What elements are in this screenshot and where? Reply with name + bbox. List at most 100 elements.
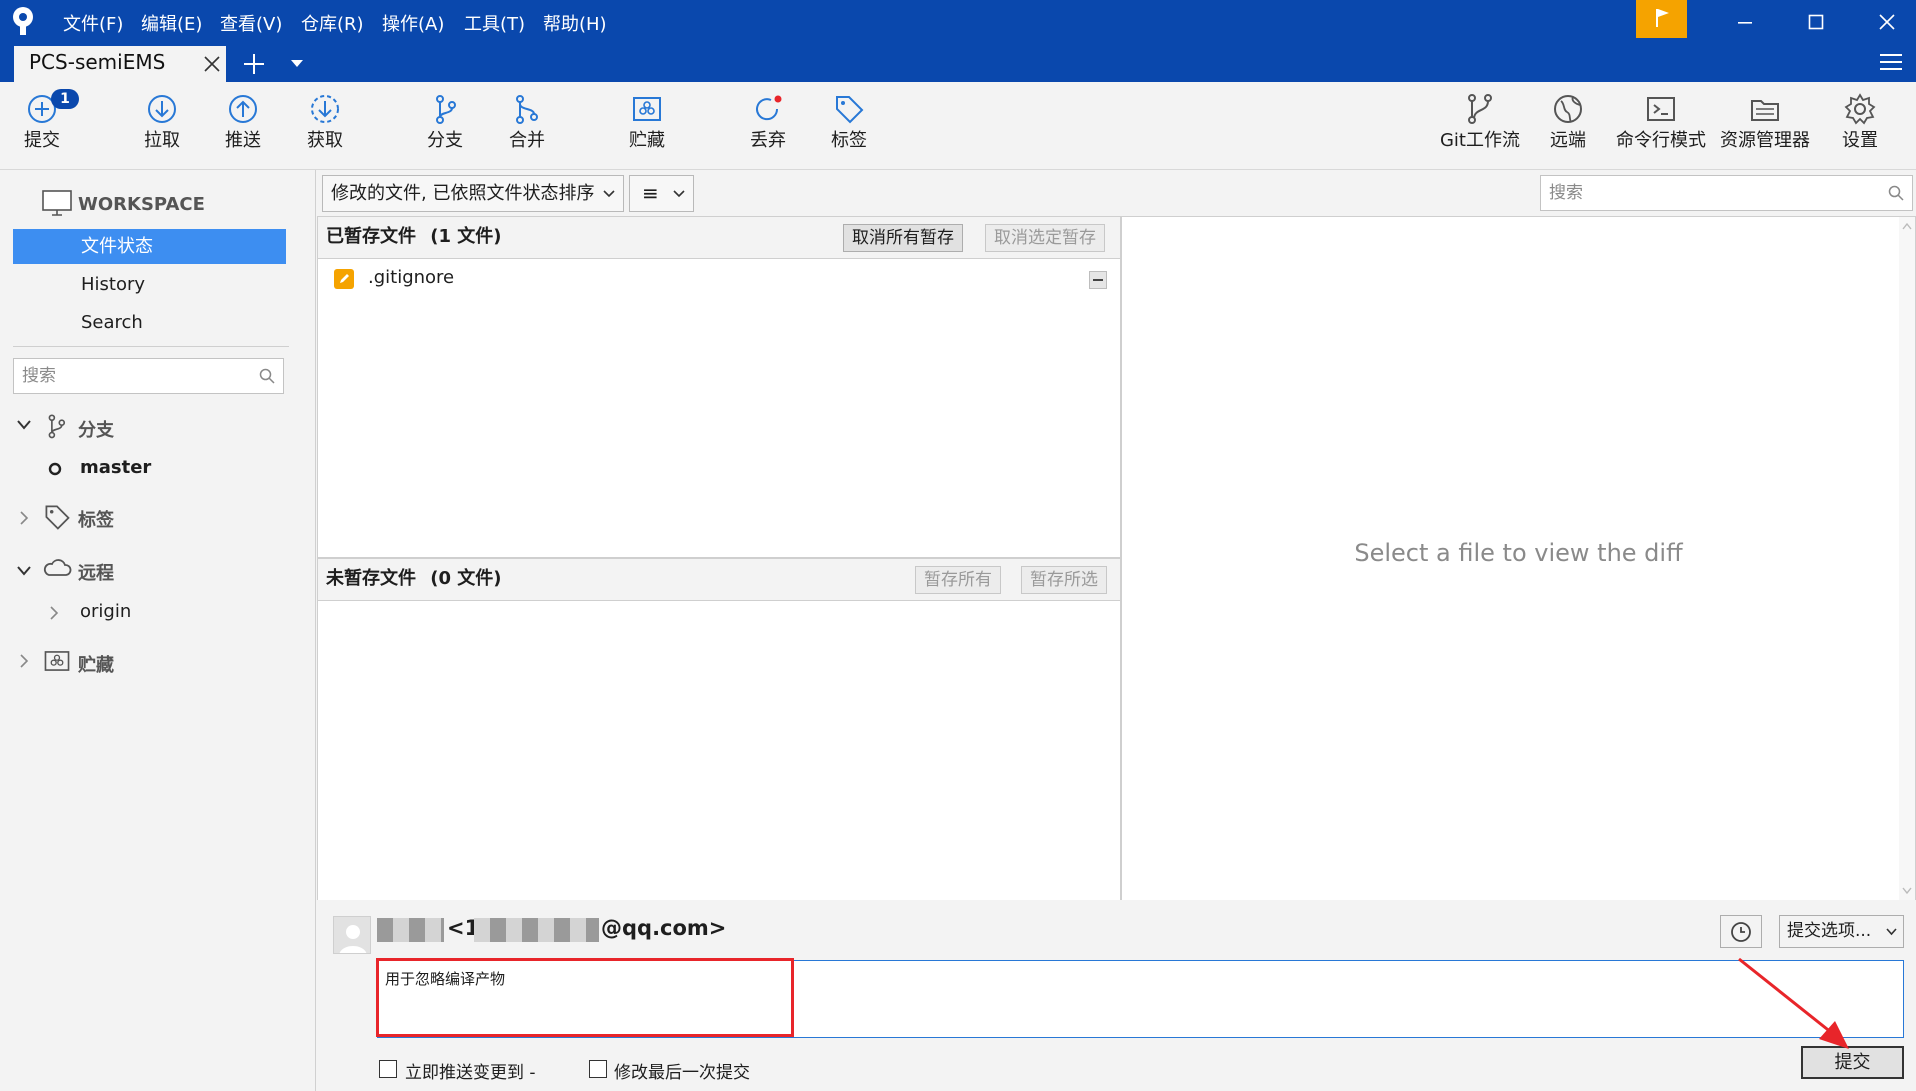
minimize-icon [1738,22,1752,24]
settings-button[interactable]: 设置 [1822,92,1898,152]
minimize-button[interactable] [1720,6,1770,38]
menu-edit[interactable]: 编辑(E) [141,10,202,36]
scroll-up-icon[interactable] [1902,223,1912,230]
commit-options-dropdown[interactable]: 提交选项... [1779,915,1904,948]
chevron-right-icon[interactable] [50,606,59,620]
settings-label: 设置 [1842,130,1878,151]
stage-all-button[interactable]: 暂存所有 [915,566,1001,594]
folder-icon [1751,100,1779,121]
chevron-down-icon[interactable] [17,566,31,576]
tag-icon [836,96,864,124]
tags-header[interactable]: 标签 [78,506,114,532]
discard-button[interactable]: 丢弃 [730,92,806,152]
flag-button[interactable] [1636,0,1687,38]
menu-view[interactable]: 查看(V) [220,10,282,36]
commit-options-label: 提交选项... [1787,921,1872,941]
menu-actions[interactable]: 操作(A) [382,10,444,36]
remote-button[interactable]: 远端 [1530,92,1606,152]
close-window-button[interactable] [1862,6,1912,38]
tag-label: 标签 [831,130,867,151]
file-row[interactable]: .gitignore [318,263,1120,295]
diff-placeholder: Select a file to view the diff [1354,539,1683,567]
chevron-down-icon [603,190,615,198]
pull-button[interactable]: 拉取 [124,92,200,152]
explorer-button[interactable]: 资源管理器 [1716,92,1814,152]
tab-dropdown-icon[interactable] [291,60,303,68]
commit-badge: 1 [51,89,79,109]
repo-tab[interactable]: PCS-semiEMS [14,46,226,82]
branch-icon [48,414,66,439]
branch-master[interactable]: master [80,457,151,478]
stash-label: 贮藏 [629,130,665,151]
sidebar: WORKSPACE 文件状态 History Search 搜索 分支 mast… [0,170,316,1091]
file-modified-icon [334,269,354,289]
merge-label: 合并 [509,130,545,151]
annotation-arrow-icon [1738,957,1849,1049]
minus-icon [1093,279,1103,281]
unstaged-files-panel: 未暂存文件 (0 文件) 暂存所有 暂存所选 [317,558,1121,901]
push-immediately-checkbox[interactable] [379,1060,397,1078]
clock-icon [1731,922,1751,942]
branches-header[interactable]: 分支 [78,416,114,442]
add-tab-icon[interactable] [243,53,265,75]
unstaged-title: 未暂存文件 [326,568,416,589]
unstage-file-button[interactable] [1089,271,1107,289]
branch-button[interactable]: 分支 [407,92,483,152]
sort-label: 修改的文件, 已依照文件状态排序 [331,183,595,204]
chevron-down-icon [673,190,685,198]
fetch-button[interactable]: 获取 [287,92,363,152]
diff-scrollbar[interactable] [1899,217,1915,900]
current-branch-icon [48,462,62,476]
maximize-icon [1808,14,1824,30]
view-mode-dropdown[interactable]: ≡ [629,175,694,212]
chevron-right-icon[interactable] [20,511,29,525]
menu-tools[interactable]: 工具(T) [464,10,525,36]
hamburger-menu-icon[interactable] [1880,53,1902,71]
sidebar-search-input[interactable]: 搜索 [13,358,284,394]
sidebar-item-file-status[interactable]: 文件状态 [13,229,286,264]
sort-dropdown[interactable]: 修改的文件, 已依照文件状态排序 [322,175,624,212]
terminal-button[interactable]: 命令行模式 [1613,92,1709,152]
avatar [333,916,371,954]
user-icon [339,925,367,953]
menu-help[interactable]: 帮助(H) [543,10,607,36]
history-button[interactable] [1720,915,1762,948]
unstaged-count: (0 文件) [430,568,502,589]
remote-label: 远端 [1550,130,1586,151]
sidebar-item-search[interactable]: Search [13,305,286,340]
sidebar-search-placeholder: 搜索 [22,366,56,386]
file-name: .gitignore [368,267,455,288]
commit-button[interactable]: 提交 1 [4,89,80,152]
stage-selected-button[interactable]: 暂存所选 [1021,566,1107,594]
stashes-header[interactable]: 贮藏 [78,651,114,677]
scroll-down-icon[interactable] [1902,887,1912,894]
list-view-icon: ≡ [642,181,659,205]
chevron-down-icon[interactable] [17,420,31,430]
amend-checkbox[interactable] [589,1060,607,1078]
menu-repository[interactable]: 仓库(R) [301,10,364,36]
sidebar-item-history[interactable]: History [13,267,286,302]
chevron-down-icon [1886,928,1897,936]
remotes-header[interactable]: 远程 [78,559,114,585]
author-email-redacted [474,918,599,942]
discard-icon [756,95,782,121]
menu-file[interactable]: 文件(F) [63,10,123,36]
gitflow-button[interactable]: Git工作流 [1437,92,1523,152]
tag-button[interactable]: 标签 [811,92,887,152]
stash-button[interactable]: 贮藏 [609,92,685,152]
close-tab-icon[interactable] [204,56,220,72]
unstage-all-button[interactable]: 取消所有暂存 [843,224,963,252]
title-bar: 文件(F) 编辑(E) 查看(V) 仓库(R) 操作(A) 工具(T) 帮助(H… [0,0,1916,82]
push-icon [229,95,257,123]
push-button[interactable]: 推送 [205,92,281,152]
commit-submit-label: 提交 [1834,1052,1871,1073]
gitflow-icon [1468,94,1492,124]
remote-origin[interactable]: origin [80,601,131,622]
branch-icon [436,95,456,124]
cloud-icon [43,559,72,576]
merge-button[interactable]: 合并 [489,92,565,152]
file-search-input[interactable]: 搜索 [1540,175,1913,211]
chevron-right-icon[interactable] [20,654,29,668]
maximize-button[interactable] [1791,6,1841,38]
unstage-selected-button[interactable]: 取消选定暂存 [985,224,1105,252]
